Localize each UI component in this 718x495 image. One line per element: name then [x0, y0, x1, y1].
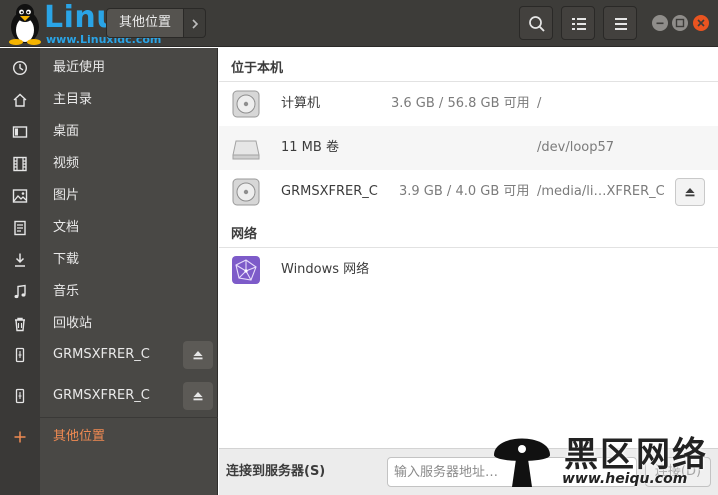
trash-icon: [15, 317, 25, 332]
sidebar-item-downloads[interactable]: 下载: [0, 244, 218, 276]
location-name: 11 MB 卷: [281, 140, 339, 155]
sidebar-item-documents[interactable]: 文档: [0, 212, 218, 244]
sidebar-item-label: 最近使用: [53, 60, 106, 75]
sidebar-item-label: 桌面: [53, 124, 80, 139]
sidebar-item-recent[interactable]: 最近使用: [0, 52, 218, 84]
maximize-button[interactable]: [672, 15, 688, 31]
download-icon: [15, 253, 25, 267]
video-icon: [13, 156, 27, 172]
location-name: GRMSXFRER_C: [281, 184, 378, 199]
penguin-icon: [9, 4, 41, 45]
view-toggle-button[interactable]: [561, 6, 595, 40]
server-address-input[interactable]: [387, 457, 637, 487]
picture-icon: [12, 189, 28, 203]
sidebar-item-label: 音乐: [53, 284, 80, 299]
sidebar-item-other-locations[interactable]: 其他位置: [0, 421, 218, 453]
location-path: /: [537, 96, 542, 111]
path-bar-current[interactable]: 其他位置: [106, 8, 184, 38]
location-row-windows-network[interactable]: Windows 网络: [219, 248, 718, 292]
location-name: Windows 网络: [281, 262, 370, 277]
location-capacity: 3.9 GB / 4.0 GB 可用: [399, 184, 530, 199]
sidebar-item-music[interactable]: 音乐: [0, 276, 218, 308]
removable-drive-icon: [232, 140, 260, 160]
eject-button[interactable]: [675, 178, 705, 206]
sidebar: 最近使用 主目录 桌面 视频 图片 文档 下载 音乐 回收站 GRMSXFRER…: [0, 48, 218, 495]
section-header-network: 网络: [231, 227, 258, 242]
connect-to-server-label: 连接到服务器(S): [226, 464, 326, 479]
music-icon: [14, 284, 26, 299]
sidebar-item-videos[interactable]: 视频: [0, 148, 218, 180]
hard-disk-icon: [232, 90, 260, 118]
location-path: /dev/loop57: [537, 140, 615, 155]
home-icon: [13, 93, 27, 107]
sidebar-item-usb-1[interactable]: GRMSXFRER_C: [0, 339, 218, 371]
main-content: 位于本机 计算机 3.6 GB / 56.8 GB 可用 / 11 MB 卷 /…: [219, 48, 718, 448]
sidebar-item-label: GRMSXFRER_C: [53, 347, 150, 362]
minimize-button[interactable]: [652, 15, 668, 31]
sidebar-item-label: 其他位置: [53, 429, 106, 444]
minimize-icon: [656, 22, 664, 25]
location-row-computer[interactable]: 计算机 3.6 GB / 56.8 GB 可用 /: [219, 82, 718, 126]
network-icon: [232, 256, 260, 284]
location-path: /media/li…XFRER_C: [537, 184, 665, 199]
section-header-local: 位于本机: [231, 61, 284, 76]
sidebar-item-label: 图片: [53, 188, 80, 203]
search-icon: [529, 16, 545, 32]
desktop-icon: [12, 126, 28, 138]
sidebar-item-label: 文档: [53, 220, 80, 235]
eject-icon: [685, 188, 695, 197]
sidebar-item-label: 回收站: [53, 316, 93, 331]
plus-icon: [14, 431, 26, 443]
connect-server-bar: 连接到服务器(S) 连接(D): [219, 448, 718, 495]
search-button[interactable]: [519, 6, 553, 40]
sidebar-item-usb-2[interactable]: GRMSXFRER_C: [0, 380, 218, 412]
document-icon: [14, 220, 26, 236]
sidebar-item-desktop[interactable]: 桌面: [0, 116, 218, 148]
location-capacity: 3.6 GB / 56.8 GB 可用: [391, 96, 530, 111]
sidebar-item-label: 下载: [53, 252, 80, 267]
location-row-usb[interactable]: GRMSXFRER_C 3.9 GB / 4.0 GB 可用 /media/li…: [219, 170, 718, 214]
sidebar-item-pictures[interactable]: 图片: [0, 180, 218, 212]
location-name: 计算机: [281, 96, 321, 111]
header-bar: Linux www.Linuxidc.com 其他位置: [0, 0, 718, 47]
usb-drive-icon: [15, 388, 25, 404]
hamburger-icon: [615, 18, 627, 30]
eject-button[interactable]: [183, 341, 213, 369]
sidebar-item-trash[interactable]: 回收站: [0, 308, 218, 340]
maximize-icon: [675, 18, 685, 28]
path-forward-button[interactable]: [184, 8, 206, 38]
sidebar-item-label: GRMSXFRER_C: [53, 388, 150, 403]
sidebar-item-label: 视频: [53, 156, 80, 171]
hard-disk-icon: [232, 178, 260, 206]
close-button[interactable]: [693, 15, 709, 31]
menu-button[interactable]: [603, 6, 637, 40]
recent-icon: [12, 60, 28, 76]
chevron-right-icon: [192, 19, 199, 29]
close-icon: [697, 19, 705, 27]
eject-button[interactable]: [183, 382, 213, 410]
eject-icon: [193, 351, 203, 360]
sidebar-item-home[interactable]: 主目录: [0, 84, 218, 116]
sidebar-separator: [0, 417, 218, 418]
usb-drive-icon: [15, 347, 25, 363]
list-view-icon: [572, 18, 586, 30]
connect-button[interactable]: 连接(D): [645, 457, 711, 487]
eject-icon: [193, 392, 203, 401]
location-row-volume[interactable]: 11 MB 卷 /dev/loop57: [219, 126, 718, 170]
sidebar-item-label: 主目录: [53, 92, 93, 107]
